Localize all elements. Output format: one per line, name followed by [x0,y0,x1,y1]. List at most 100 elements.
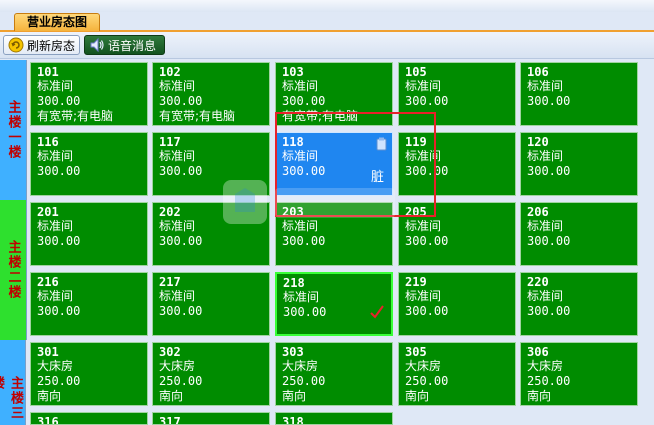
room-card[interactable]: 105 标准间 300.00 [398,62,516,126]
room-price: 300.00 [37,234,81,248]
room-card[interactable]: 116 标准间 300.00 [30,132,148,196]
room-card[interactable]: 316 [30,412,148,425]
room-price: 300.00 [527,234,571,248]
room-number: 120 [527,135,549,149]
room-number: 202 [159,205,181,219]
room-price: 300.00 [405,304,449,318]
room-price: 250.00 [159,374,203,388]
room-number: 219 [405,275,427,289]
room-card[interactable]: 302 大床房 250.00 南向 [152,342,270,406]
room-number: 206 [527,205,549,219]
room-card[interactable]: 216 标准间 300.00 [30,272,148,336]
room-card[interactable]: 220 标准间 300.00 [520,272,638,336]
room-number: 317 [159,415,181,425]
room-number: 201 [37,205,59,219]
room-number: 217 [159,275,181,289]
room-number: 218 [283,276,305,290]
room-type: 大床房 [37,359,74,373]
room-note: 南向 [527,389,552,403]
room-note: 南向 [37,389,62,403]
room-number: 306 [527,345,549,359]
room-number: 116 [37,135,59,149]
room-type: 标准间 [283,290,320,304]
room-number: 216 [37,275,59,289]
refresh-icon [8,37,24,53]
room-number: 205 [405,205,427,219]
room-card[interactable]: 318 [275,412,393,425]
room-card[interactable]: 306 大床房 250.00 南向 [520,342,638,406]
room-type: 大床房 [405,359,442,373]
room-type: 标准间 [37,289,74,303]
room-card[interactable]: 119 标准间 300.00 [398,132,516,196]
toolbar: 刷新房态 语音消息 [0,32,654,59]
room-type: 标准间 [527,219,564,233]
room-price: 300.00 [282,94,326,108]
voice-message-button[interactable]: 语音消息 [84,35,165,55]
room-price: 300.00 [159,234,203,248]
room-number: 305 [405,345,427,359]
room-type: 标准间 [405,289,442,303]
room-card[interactable]: 201 标准间 300.00 [30,202,148,266]
room-card[interactable]: 106 标准间 300.00 [520,62,638,126]
room-card[interactable]: 202 标准间 300.00 [152,202,270,266]
room-status-dirty: 脏 [370,170,384,185]
room-card[interactable]: 101 标准间 300.00 有宽带;有电脑 [30,62,148,126]
room-number: 101 [37,65,59,79]
room-number: 303 [282,345,304,359]
room-price: 250.00 [282,374,326,388]
room-number: 103 [282,65,304,79]
room-type: 标准间 [37,79,74,93]
room-number: 119 [405,135,427,149]
room-note: 有宽带;有电脑 [37,109,114,123]
voice-label: 语音消息 [108,38,157,53]
room-type: 标准间 [405,219,442,233]
room-price: 300.00 [405,164,449,178]
room-card[interactable]: 103 标准间 300.00 有宽带;有电脑 [275,62,393,126]
room-card[interactable]: 217 标准间 300.00 [152,272,270,336]
room-number: 106 [527,65,549,79]
room-note: 有宽带;有电脑 [282,109,359,123]
tab-bar: 营业房态图 [0,12,654,32]
room-type: 标准间 [282,79,319,93]
room-type: 标准间 [527,79,564,93]
room-price: 300.00 [159,164,203,178]
room-card[interactable]: 102 标准间 300.00 有宽带;有电脑 [152,62,270,126]
room-type: 标准间 [527,289,564,303]
room-number: 105 [405,65,427,79]
room-card-highlighted[interactable]: 218 标准间 300.00 [275,272,393,336]
tab-room-status[interactable]: 营业房态图 [14,13,100,31]
room-number: 301 [37,345,59,359]
refresh-button[interactable]: 刷新房态 [3,35,80,55]
room-type: 大床房 [282,359,319,373]
room-card[interactable]: 317 [152,412,270,425]
room-card[interactable]: 305 大床房 250.00 南向 [398,342,516,406]
room-card[interactable]: 117 标准间 300.00 [152,132,270,196]
room-note: 有宽带;有电脑 [159,109,236,123]
room-card[interactable]: 301 大床房 250.00 南向 [30,342,148,406]
room-number: 302 [159,345,181,359]
room-number: 318 [282,415,304,425]
room-price: 250.00 [405,374,449,388]
room-number: 117 [159,135,181,149]
room-card-selected[interactable]: 118 标准间 300.00 脏 [275,132,393,196]
room-number: 316 [37,415,59,425]
room-number: 102 [159,65,181,79]
room-card[interactable]: 303 大床房 250.00 南向 [275,342,393,406]
room-number: 203 [282,205,304,219]
room-type: 标准间 [405,79,442,93]
room-card[interactable]: 120 标准间 300.00 [520,132,638,196]
room-card[interactable]: 219 标准间 300.00 [398,272,516,336]
checkmark-icon [370,305,384,319]
room-type: 标准间 [159,79,196,93]
room-price: 300.00 [37,94,81,108]
room-badge-icon [376,137,387,151]
room-price: 300.00 [37,304,81,318]
right-edge-strip [642,60,654,425]
speaker-icon [90,37,104,53]
room-card[interactable]: 203 标准间 300.00 [275,202,393,266]
room-type: 大床房 [159,359,196,373]
room-card[interactable]: 206 标准间 300.00 [520,202,638,266]
room-price: 250.00 [37,374,81,388]
room-card[interactable]: 205 标准间 300.00 [398,202,516,266]
room-note: 南向 [159,389,184,403]
